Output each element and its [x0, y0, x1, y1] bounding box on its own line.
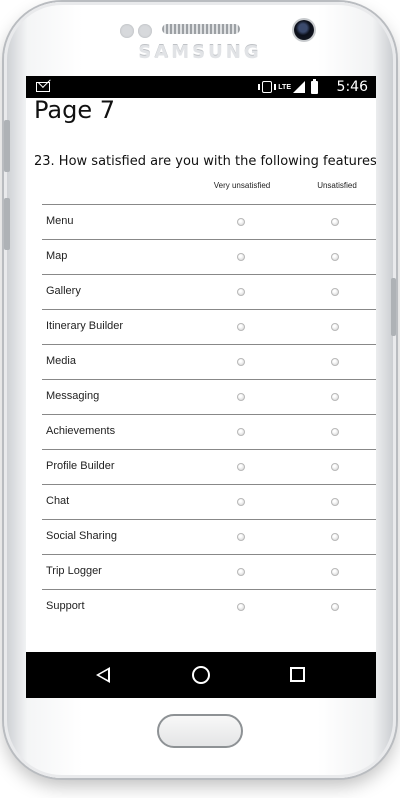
- row-label: Achievements: [46, 425, 116, 437]
- row-label: Support: [46, 600, 85, 612]
- physical-home-button[interactable]: [157, 714, 243, 748]
- sensor-dots: [120, 24, 152, 38]
- radio-very-unsatisfied[interactable]: [237, 533, 245, 541]
- radio-very-unsatisfied[interactable]: [237, 463, 245, 471]
- recent-apps-icon[interactable]: [290, 667, 305, 682]
- matrix-row: Achievements: [42, 415, 376, 450]
- radio-unsatisfied[interactable]: [331, 288, 339, 296]
- survey-content: Page 7 23. How satisfied are you with th…: [26, 98, 376, 652]
- matrix-row: Media: [42, 345, 376, 380]
- back-icon[interactable]: [96, 667, 110, 683]
- status-icons: LTE: [258, 78, 318, 94]
- radio-very-unsatisfied[interactable]: [237, 358, 245, 366]
- question-text: 23. How satisfied are you with the follo…: [34, 154, 376, 169]
- row-label: Map: [46, 250, 68, 262]
- radio-unsatisfied[interactable]: [331, 533, 339, 541]
- row-label: Gallery: [46, 285, 81, 297]
- row-label: Trip Logger: [46, 565, 102, 577]
- radio-very-unsatisfied[interactable]: [237, 498, 245, 506]
- sensor-dot: [138, 24, 152, 38]
- sensor-dot: [120, 24, 134, 38]
- volume-up-button[interactable]: [4, 120, 10, 172]
- column-header-unsatisfied: Unsatisfied: [317, 181, 357, 190]
- matrix-row: Profile Builder: [42, 450, 376, 485]
- matrix-row: Support: [42, 590, 376, 624]
- row-label: Itinerary Builder: [46, 320, 124, 332]
- home-icon[interactable]: [192, 666, 210, 684]
- radio-unsatisfied[interactable]: [331, 498, 339, 506]
- gmail-icon: [36, 82, 50, 92]
- row-label: Profile Builder: [46, 460, 115, 472]
- matrix-row: Social Sharing: [42, 520, 376, 555]
- radio-unsatisfied[interactable]: [331, 428, 339, 436]
- row-label: Media: [46, 355, 76, 367]
- matrix-row: Chat: [42, 485, 376, 520]
- matrix-row: Menu: [42, 205, 376, 240]
- power-button[interactable]: [391, 278, 396, 336]
- column-header-very-unsatisfied: Very unsatisfied: [213, 181, 271, 190]
- battery-icon: [311, 78, 318, 94]
- radio-very-unsatisfied[interactable]: [237, 603, 245, 611]
- matrix-row: Messaging: [42, 380, 376, 415]
- matrix-row: Map: [42, 240, 376, 275]
- matrix-row: Itinerary Builder: [42, 310, 376, 345]
- front-camera: [294, 20, 314, 40]
- radio-unsatisfied[interactable]: [331, 603, 339, 611]
- row-label: Social Sharing: [46, 530, 117, 542]
- rating-matrix: Menu Map Gallery Itinerary Builder Media…: [42, 204, 376, 624]
- earpiece-speaker: [162, 24, 240, 34]
- volume-down-button[interactable]: [4, 198, 10, 250]
- radio-very-unsatisfied[interactable]: [237, 323, 245, 331]
- radio-unsatisfied[interactable]: [331, 358, 339, 366]
- brand-logo: SAMSUNG: [138, 42, 262, 63]
- radio-unsatisfied[interactable]: [331, 253, 339, 261]
- matrix-row: Gallery: [42, 275, 376, 310]
- navigation-bar: [26, 652, 376, 698]
- radio-unsatisfied[interactable]: [331, 568, 339, 576]
- row-label: Chat: [46, 495, 70, 507]
- radio-unsatisfied[interactable]: [331, 463, 339, 471]
- lte-label: LTE: [278, 83, 291, 91]
- phone-screen: LTE 5:46 Page 7 23. How satisfied are yo…: [26, 76, 376, 698]
- status-bar: LTE 5:46: [26, 76, 376, 98]
- status-time: 5:46: [336, 79, 368, 95]
- vibrate-icon: [258, 81, 277, 93]
- row-label: Menu: [46, 215, 74, 227]
- radio-unsatisfied[interactable]: [331, 393, 339, 401]
- row-label: Messaging: [46, 390, 100, 402]
- radio-very-unsatisfied[interactable]: [237, 288, 245, 296]
- radio-very-unsatisfied[interactable]: [237, 568, 245, 576]
- radio-very-unsatisfied[interactable]: [237, 393, 245, 401]
- signal-icon: [293, 81, 305, 93]
- radio-very-unsatisfied[interactable]: [237, 428, 245, 436]
- radio-unsatisfied[interactable]: [331, 218, 339, 226]
- radio-very-unsatisfied[interactable]: [237, 218, 245, 226]
- radio-very-unsatisfied[interactable]: [237, 253, 245, 261]
- matrix-row: Trip Logger: [42, 555, 376, 590]
- radio-unsatisfied[interactable]: [331, 323, 339, 331]
- page-title: Page 7: [34, 98, 115, 124]
